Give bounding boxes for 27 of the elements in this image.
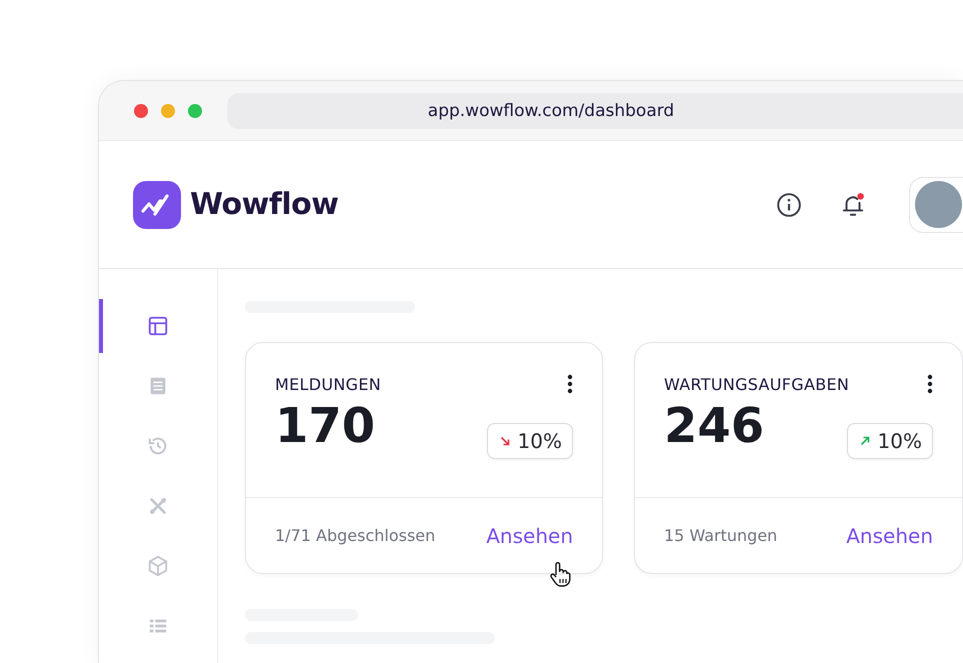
- logo-icon: [133, 180, 181, 228]
- tools-icon: [147, 495, 169, 517]
- card-title: WARTUNGSAUFGABEN: [664, 374, 850, 394]
- trend-percent: 10%: [878, 428, 922, 453]
- hand-cursor-icon: [549, 561, 571, 587]
- notification-bell-icon[interactable]: [840, 192, 866, 218]
- cube-icon: [147, 555, 169, 577]
- view-link[interactable]: Ansehen: [846, 524, 933, 548]
- card-title: MELDUNGEN: [275, 374, 382, 394]
- history-icon: [147, 435, 169, 457]
- info-icon[interactable]: [776, 192, 802, 218]
- maximize-window-icon[interactable]: [188, 104, 202, 118]
- minimize-window-icon[interactable]: [161, 104, 175, 118]
- address-bar[interactable]: app.wowflow.com/dashboard: [227, 92, 963, 128]
- layout-icon: [147, 315, 169, 337]
- logo-text: Wowflow: [190, 187, 339, 222]
- profile-button[interactable]: [909, 176, 963, 232]
- card-footer-text: 15 Wartungen: [664, 526, 778, 545]
- card-footer-text: 1/71 Abgeschlossen: [275, 526, 436, 545]
- avatar-photo-placeholder: [915, 181, 962, 228]
- view-link[interactable]: Ansehen: [486, 524, 573, 548]
- stat-value: 246: [664, 400, 764, 453]
- close-window-icon[interactable]: [134, 104, 148, 118]
- stat-value: 170: [275, 400, 376, 453]
- more-options-icon[interactable]: [567, 374, 573, 394]
- trend-percent: 10%: [518, 428, 562, 453]
- more-options-icon[interactable]: [927, 374, 933, 394]
